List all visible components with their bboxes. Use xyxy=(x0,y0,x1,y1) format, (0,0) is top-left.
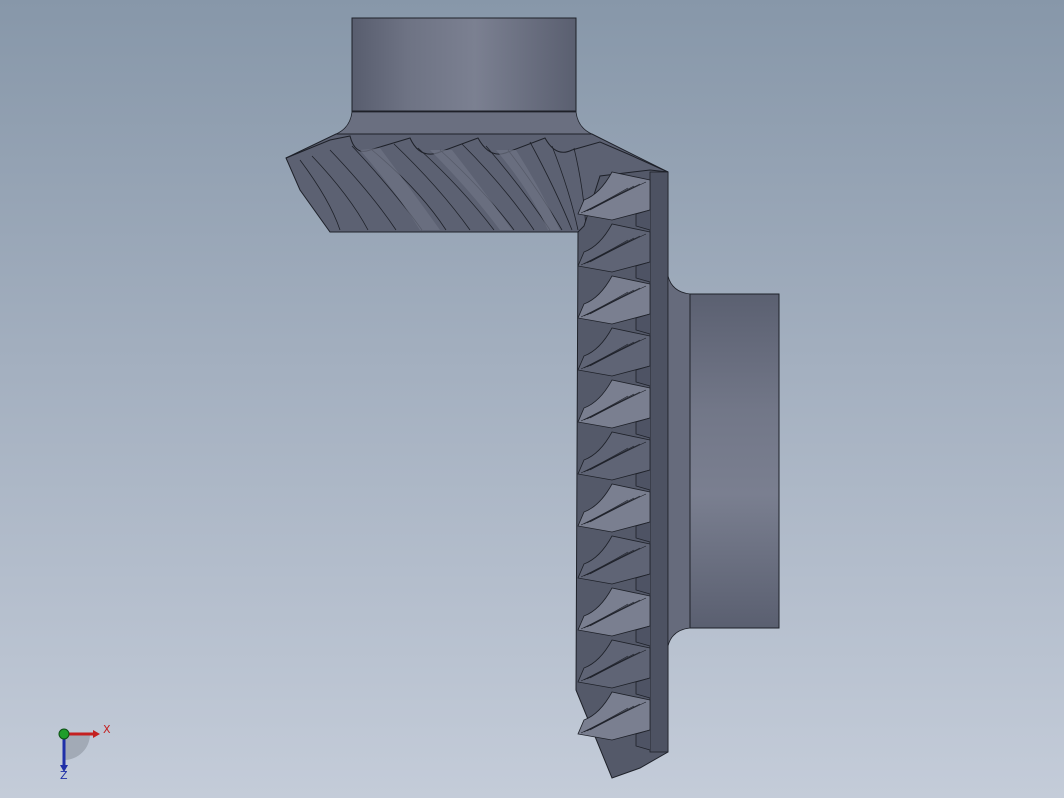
tooth-root-notch xyxy=(635,625,651,647)
graphics-viewport[interactable]: X Z xyxy=(0,0,1064,798)
right-hub[interactable] xyxy=(667,275,780,647)
x-axis-arrow xyxy=(93,730,100,738)
gear-model[interactable] xyxy=(0,0,1064,798)
tooth-root-notch xyxy=(635,573,651,595)
tooth-root-notch xyxy=(635,521,651,543)
view-orientation-triad[interactable]: X Z xyxy=(48,716,118,782)
tooth-root-notch xyxy=(635,417,651,439)
tooth-root-notch xyxy=(635,365,651,387)
tooth-root-notch xyxy=(635,261,651,283)
tooth-root-notch xyxy=(635,209,651,231)
tooth-root-notch xyxy=(635,313,651,335)
z-axis-label: Z xyxy=(60,769,68,782)
y-axis-dot xyxy=(58,728,70,740)
triad-plane-shadow xyxy=(64,734,90,760)
x-axis-label: X xyxy=(103,723,111,736)
tooth-root-notch xyxy=(635,469,651,491)
tooth-root-notch xyxy=(635,677,651,699)
upper-hub[interactable] xyxy=(335,17,593,135)
tooth-root-notch xyxy=(635,729,651,751)
